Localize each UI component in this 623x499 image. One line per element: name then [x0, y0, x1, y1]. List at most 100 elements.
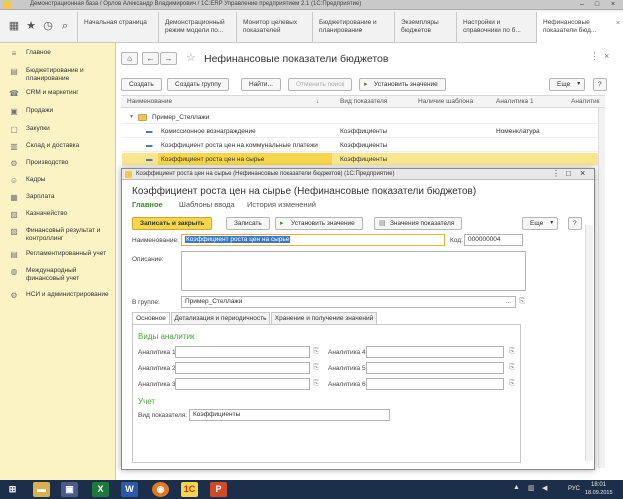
ellipsis-icon[interactable]: … — [505, 297, 512, 307]
history-clock-icon[interactable]: ◷ — [41, 19, 55, 33]
column-header-kind[interactable]: Вид показателя — [340, 98, 387, 105]
presentation-icon[interactable]: P — [210, 482, 227, 497]
tab-target-monitor[interactable]: Монитор целевых показателей — [236, 12, 312, 43]
floppy-icon[interactable]: ▣ — [61, 482, 78, 497]
home-button[interactable]: ⌂ — [121, 52, 138, 65]
dialog-help-button[interactable]: ? — [568, 217, 582, 230]
more-button[interactable]: Еще ▾ — [549, 78, 586, 91]
save-button[interactable]: Записать — [226, 217, 270, 230]
grid-menu-icon[interactable]: ▦ — [7, 19, 21, 33]
excel-icon[interactable]: X — [92, 482, 109, 497]
table-row[interactable]: ▾ Пример_Стеллажи — [122, 111, 604, 124]
volume-icon[interactable]: ◀ — [542, 484, 547, 492]
sidebar-item-intl-accounting[interactable]: ◍ Международный финансовый учет — [0, 267, 116, 284]
analytics6-input[interactable] — [366, 378, 504, 390]
firefox-icon[interactable]: ◉ — [152, 482, 169, 497]
dialog-menu-icon[interactable]: ⋮ — [552, 169, 560, 178]
save-and-close-button[interactable]: Записать и закрыть — [132, 217, 213, 230]
sidebar-item-purchases[interactable]: ▢ Закупки — [0, 125, 116, 142]
open-link-icon[interactable]: ⎘ — [312, 364, 320, 372]
column-header-template[interactable]: Наличие шаблона — [418, 98, 473, 105]
set-value-button[interactable]: ▸ Установить значение — [275, 217, 363, 230]
sidebar-item-warehouse[interactable]: ▥ Склад и доставка — [0, 142, 116, 159]
sidebar-item-salary[interactable]: ▦ Зарплата — [0, 193, 116, 210]
forward-button[interactable]: → — [160, 52, 177, 65]
favorites-star-icon[interactable]: ★ — [24, 19, 38, 33]
word-icon[interactable]: W — [121, 482, 138, 497]
code-input[interactable]: 000000004 — [464, 234, 523, 246]
open-link-icon[interactable]: ⎘ — [518, 298, 526, 306]
table-row-selected[interactable]: ▬ Коэффициент роста цен на сырье Коэффиц… — [122, 153, 604, 166]
collapse-icon[interactable]: ▾ — [130, 111, 133, 124]
tab-budget-settings[interactable]: Настройки и справочники по б... — [456, 12, 536, 43]
sidebar-item-treasury[interactable]: ▨ Казначейство — [0, 210, 116, 227]
open-link-icon[interactable]: ⎘ — [508, 348, 516, 356]
help-button[interactable]: ? — [593, 78, 607, 91]
minimize-icon[interactable]: – — [575, 0, 589, 9]
open-link-icon[interactable]: ⎘ — [508, 364, 516, 372]
dialog-more-button[interactable]: Еще ▾ — [522, 217, 559, 230]
network-icon[interactable]: ▥ — [528, 484, 535, 492]
tab-demo-mode[interactable]: Демонстрационный режим модели по... — [158, 12, 236, 43]
column-header-analytics2[interactable]: Аналитик — [571, 98, 599, 105]
sidebar-item-production[interactable]: ⚙ Производство — [0, 159, 116, 176]
indicator-kind-input[interactable]: Коэффициенты — [189, 409, 390, 421]
indicator-values-button[interactable]: ▤ Значения показателя — [374, 217, 463, 230]
create-group-button[interactable]: Создать группу — [167, 78, 229, 91]
sidebar-item-finance[interactable]: ▧ Финансовый результат и контроллинг — [0, 227, 116, 244]
close-tab-icon[interactable]: × — [616, 20, 620, 28]
description-textarea[interactable] — [181, 251, 526, 291]
file-explorer-icon[interactable]: ▬ — [33, 482, 50, 497]
tab-budget-instances[interactable]: Экземпляры бюджетов — [394, 12, 456, 43]
1c-enterprise-icon[interactable]: 1С — [181, 482, 198, 497]
analytics1-input[interactable] — [175, 346, 310, 358]
sidebar-item-crm[interactable]: ☎ CRM и маркетинг — [0, 89, 116, 106]
analytics4-input[interactable] — [366, 346, 504, 358]
dialog-scrollbar[interactable] — [585, 225, 593, 461]
search-icon[interactable]: ⌕ — [58, 19, 72, 33]
sidebar-item-regulated-accounting[interactable]: ▤ Регламентированный учет — [0, 250, 116, 267]
sidebar-item-admin[interactable]: ⚙ НСИ и администрирование — [0, 291, 116, 308]
analytics5-input[interactable] — [366, 362, 504, 374]
dialog-maximize-icon[interactable]: □ — [566, 169, 571, 178]
tab-nonfinancial-indicators[interactable]: Нефинансовые показатели бюд... × — [536, 12, 623, 44]
maximize-icon[interactable]: □ — [590, 0, 604, 9]
windows-start-icon[interactable]: ⊞ — [4, 482, 21, 497]
open-link-icon[interactable]: ⎘ — [508, 380, 516, 388]
set-value-button[interactable]: ▸ Установить значение — [359, 78, 446, 91]
language-indicator[interactable]: РУС — [568, 486, 580, 492]
analytics3-input[interactable] — [175, 378, 310, 390]
column-header-analytics1[interactable]: Аналитика 1 — [496, 98, 534, 105]
name-input[interactable]: Коэффициент роста цен на сырье — [181, 234, 445, 246]
nav-link-input-templates[interactable]: Шаблоны ввода — [179, 200, 235, 209]
clock-date[interactable]: 18.09.2015 — [585, 490, 613, 496]
sort-down-icon[interactable]: ↓ — [316, 98, 319, 105]
sidebar-item-main[interactable]: ≡ Главное — [0, 49, 116, 66]
favorite-star-icon[interactable]: ☆ — [186, 51, 196, 64]
analytics2-input[interactable] — [175, 362, 310, 374]
close-form-icon[interactable]: × — [604, 51, 609, 61]
nav-link-main[interactable]: Главное — [132, 200, 163, 209]
create-button[interactable]: Создать — [121, 78, 162, 91]
find-button[interactable]: Найти... — [241, 78, 281, 91]
tab-home[interactable]: Начальная страница — [77, 12, 158, 43]
dialog-close-icon[interactable]: × — [580, 168, 585, 178]
list-scrollbar[interactable] — [598, 108, 605, 468]
sidebar-item-staff[interactable]: ☺ Кадры — [0, 176, 116, 193]
column-header-name[interactable]: Наименование — [127, 98, 172, 105]
back-button[interactable]: ← — [142, 52, 159, 65]
close-window-icon[interactable]: × — [606, 0, 620, 9]
sidebar-item-budgeting[interactable]: ▤ Бюджетирование и планирование — [0, 67, 116, 84]
sidebar-item-sales[interactable]: ▣ Продажи — [0, 107, 116, 124]
tab-budgeting[interactable]: Бюджетирование и планирование — [312, 12, 394, 43]
cancel-search-button[interactable]: Отменить поиск — [288, 78, 353, 91]
nav-link-change-history[interactable]: История изменений — [247, 200, 316, 209]
group-select[interactable]: Пример_Стеллажи… — [181, 296, 516, 308]
tray-arrow-icon[interactable]: ▲ — [513, 484, 520, 491]
table-row[interactable]: ▬ Комиссионное вознаграждение Коэффициен… — [122, 125, 604, 138]
clock-time[interactable]: 18:01 — [591, 482, 606, 488]
form-menu-icon[interactable]: ⋮ — [590, 51, 599, 62]
open-link-icon[interactable]: ⎘ — [312, 348, 320, 356]
table-row[interactable]: ▬ Коэффициент роста цен на коммунальные … — [122, 139, 604, 152]
open-link-icon[interactable]: ⎘ — [312, 380, 320, 388]
